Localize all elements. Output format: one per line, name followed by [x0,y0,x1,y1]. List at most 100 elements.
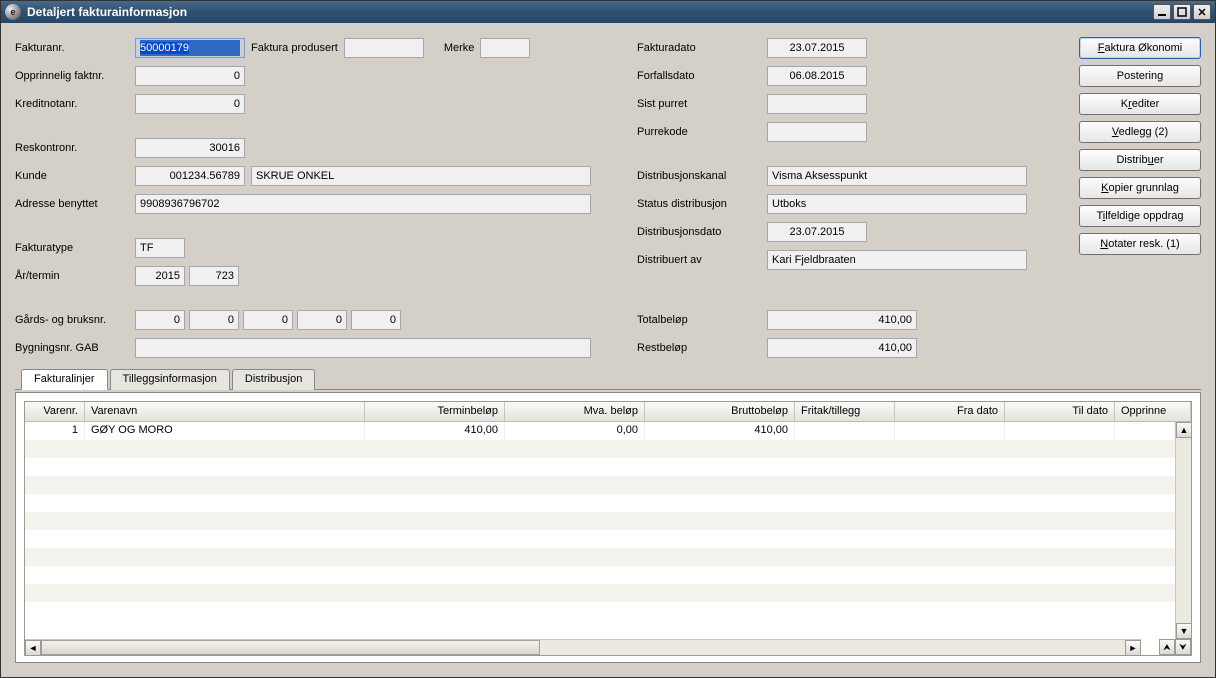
vertical-scrollbar[interactable]: ▲ ▼ [1175,422,1191,639]
grid-body: 1 GØY OG MORO 410,00 0,00 410,00 [25,422,1175,639]
fakturatype-label: Fakturatype [15,242,135,254]
artermin-label: År/termin [15,270,135,282]
table-row [25,440,1175,458]
window: e Detaljert fakturainformasjon Fakturanr… [0,0,1216,678]
kreditnotanr-label: Kreditnotanr. [15,98,135,110]
table-row [25,494,1175,512]
col-varenr[interactable]: Varenr. [25,402,85,421]
bygningsnr-field [135,338,591,358]
faktura-okonomi-button[interactable]: Faktura Økonomi [1079,37,1201,59]
col-fritak[interactable]: Fritak/tillegg [795,402,895,421]
close-button[interactable] [1193,4,1211,20]
tilfeldige-oppdrag-button[interactable]: Tilfeldige oppdrag [1079,205,1201,227]
grid-header: Varenr. Varenavn Terminbeløp Mva. beløp … [25,402,1191,422]
notater-resk-button[interactable]: Notater resk. (1) [1079,233,1201,255]
scroll-left-icon[interactable]: ◄ [25,640,41,656]
table-row [25,530,1175,548]
fakturadato-field [767,38,867,58]
bygningsnr-label: Bygningsnr. GAB [15,342,135,354]
g4-field [297,310,347,330]
statusdist-label: Status distribusjon [637,198,767,210]
purrekode-label: Purrekode [637,126,767,138]
kunde-navn-field [251,166,591,186]
merke-field [480,38,530,58]
table-row[interactable]: 1 GØY OG MORO 410,00 0,00 410,00 [25,422,1175,440]
minimize-button[interactable] [1153,4,1171,20]
row-down-icon[interactable]: ⮟ [1175,639,1191,655]
krediter-button[interactable]: Krediter [1079,93,1201,115]
adresse-label: Adresse benyttet [15,198,135,210]
distav-field [767,250,1027,270]
kunde-label: Kunde [15,170,135,182]
merke-label: Merke [444,42,475,54]
cell-tildato [1005,422,1115,440]
table-row [25,476,1175,494]
g1-field [135,310,185,330]
fakturatype-field [135,238,185,258]
kopier-grunnlag-button[interactable]: Kopier grunnlag [1079,177,1201,199]
btn-label: aktura Økonomi [1105,42,1183,54]
horizontal-scrollbar[interactable]: ◄ ► [25,639,1141,655]
col-tildato[interactable]: Til dato [1005,402,1115,421]
vedlegg-button[interactable]: Vedlegg (2) [1079,121,1201,143]
cell-varenr: 1 [25,422,85,440]
vscroll-track[interactable] [1176,438,1191,623]
cell-terminbelop: 410,00 [365,422,505,440]
tab-fakturalinjer[interactable]: Fakturalinjer [21,369,108,390]
window-title: Detaljert fakturainformasjon [27,5,1153,19]
sistpurret-label: Sist purret [637,98,767,110]
col-opprinne[interactable]: Opprinne [1115,402,1191,421]
col-bruttobelop[interactable]: Bruttobeløp [645,402,795,421]
cell-varenavn: GØY OG MORO [85,422,365,440]
fakturaprodusert-field [344,38,424,58]
reskontronr-label: Reskontronr. [15,142,135,154]
postering-button[interactable]: Postering [1079,65,1201,87]
titlebar: e Detaljert fakturainformasjon [1,1,1215,23]
g2-field [189,310,239,330]
opprinnelig-field [135,66,245,86]
fakturadato-label: Fakturadato [637,42,767,54]
g3-field [243,310,293,330]
maximize-button[interactable] [1173,4,1191,20]
hscroll-track[interactable] [41,640,1125,655]
scroll-up-icon[interactable]: ▲ [1176,422,1192,438]
table-row [25,512,1175,530]
distkanal-label: Distribusjonskanal [637,170,767,182]
distdato-field [767,222,867,242]
tab-bar: Fakturalinjer Tilleggsinformasjon Distri… [15,368,1201,390]
fakturalinjer-grid[interactable]: Varenr. Varenavn Terminbeløp Mva. beløp … [24,401,1192,656]
tab-tilleggsinformasjon[interactable]: Tilleggsinformasjon [110,369,230,390]
tab-distribusjon[interactable]: Distribusjon [232,369,315,390]
app-icon: e [5,4,21,20]
gardsbruk-label: Gårds- og bruksnr. [15,314,135,326]
table-row [25,458,1175,476]
totalbelop-label: Totalbeløp [637,314,767,326]
col-fradato[interactable]: Fra dato [895,402,1005,421]
cell-fradato [895,422,1005,440]
forfallsdato-label: Forfallsdato [637,70,767,82]
fakturaprodusert-label: Faktura produsert [251,42,338,54]
scroll-down-icon[interactable]: ▼ [1176,623,1192,639]
distav-label: Distribuert av [637,254,767,266]
sistpurret-field [767,94,867,114]
col-varenavn[interactable]: Varenavn [85,402,365,421]
table-row [25,548,1175,566]
row-up-icon[interactable]: ⮝ [1159,639,1175,655]
table-row [25,566,1175,584]
col-mvabelop[interactable]: Mva. beløp [505,402,645,421]
fakturanr-label: Fakturanr. [15,42,135,54]
cell-bruttobelop: 410,00 [645,422,795,440]
scroll-right-icon[interactable]: ► [1125,640,1141,656]
opprinnelig-label: Opprinnelig faktnr. [15,70,135,82]
distribuer-button[interactable]: Distribuer [1079,149,1201,171]
adresse-field [135,194,591,214]
fakturanr-input[interactable] [135,38,245,58]
kunde-nr-field [135,166,245,186]
table-row [25,584,1175,602]
statusdist-field [767,194,1027,214]
restbelop-field [767,338,917,358]
cell-fritak [795,422,895,440]
hscroll-thumb[interactable] [41,640,540,655]
purrekode-field [767,122,867,142]
col-terminbelop[interactable]: Terminbeløp [365,402,505,421]
